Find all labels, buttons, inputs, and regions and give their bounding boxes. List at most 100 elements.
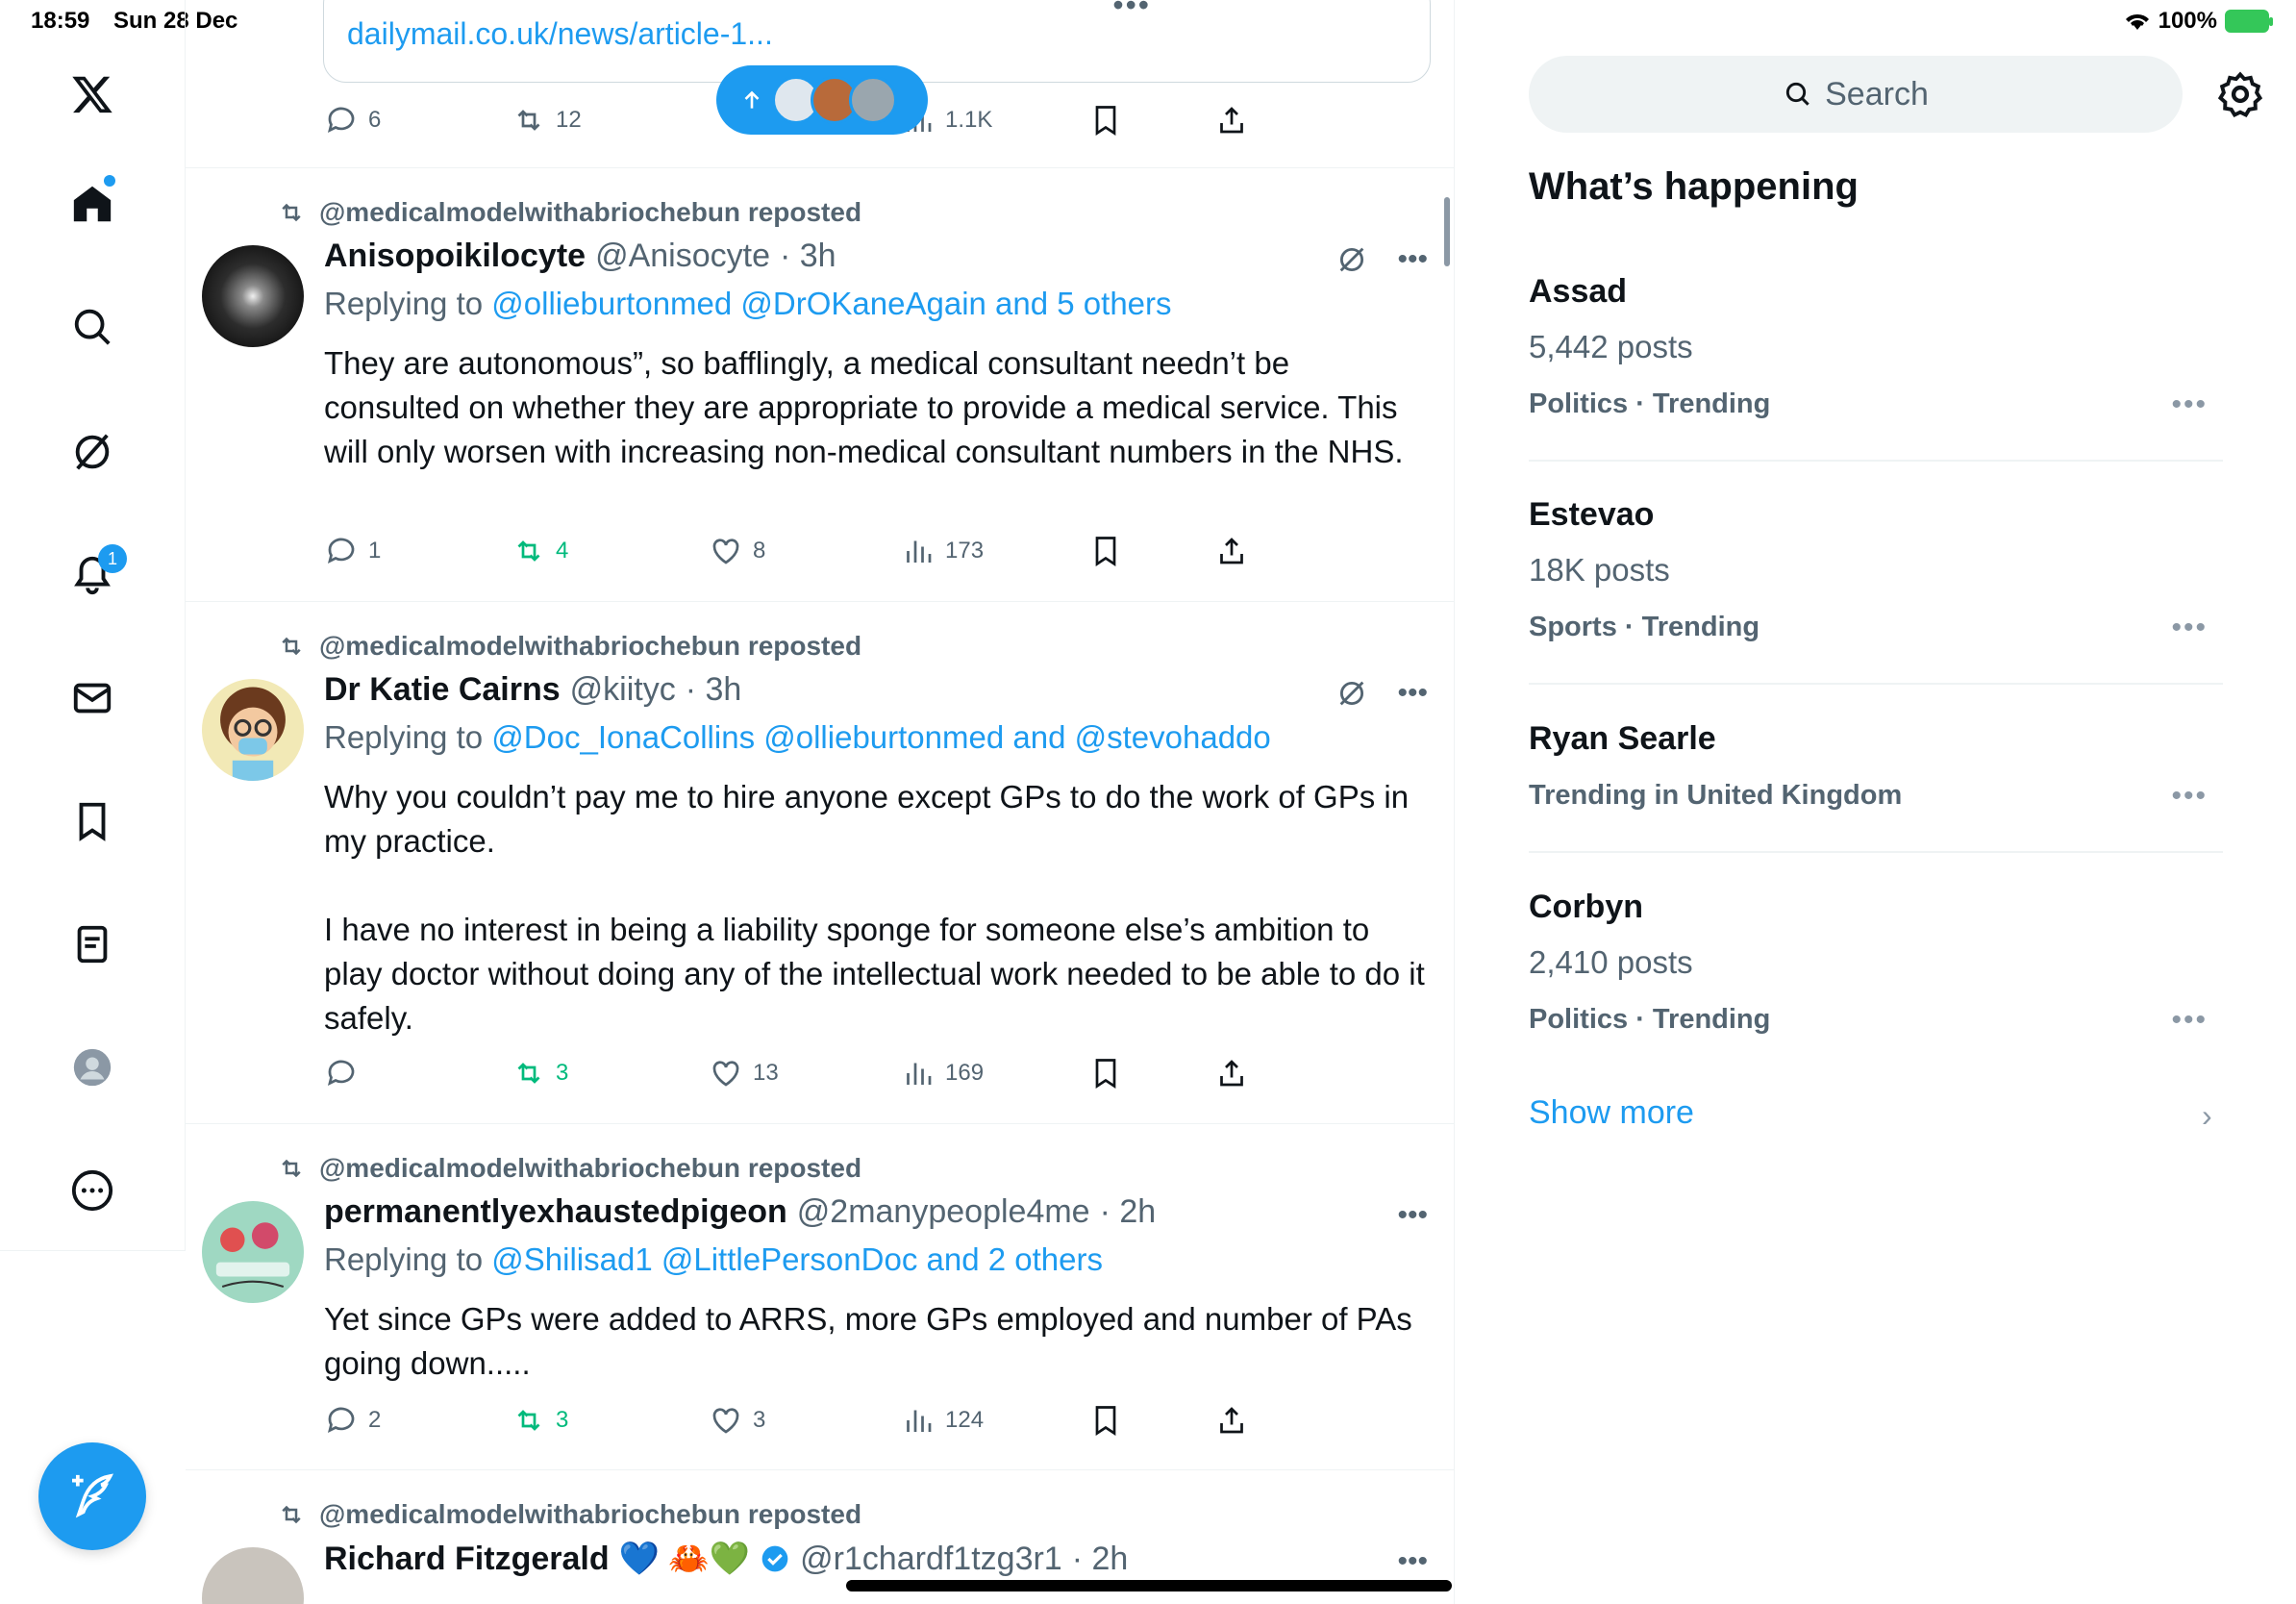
replying-to: Replying to @ollieburtonmed @DrOKaneAgai…	[324, 286, 1172, 322]
share-button[interactable]	[1214, 103, 1249, 138]
messages-icon[interactable]	[63, 669, 121, 727]
tweet-time[interactable]: · 2h	[1100, 1193, 1157, 1231]
author-name[interactable]: permanentlyexhaustedpigeon	[324, 1193, 787, 1231]
share-button[interactable]	[1214, 1403, 1249, 1438]
link-card-url[interactable]: dailymail.co.uk/news/article-1...	[347, 16, 773, 52]
more-icon[interactable]: •••	[1397, 243, 1428, 276]
views-button[interactable]: 124	[901, 1403, 984, 1438]
chevron-right-icon[interactable]: ›	[2202, 1098, 2212, 1134]
views-icon	[907, 1410, 932, 1432]
tweet-time[interactable]: · 3h	[780, 238, 836, 275]
more-icon[interactable]	[63, 1162, 121, 1219]
reply-button[interactable]	[324, 1056, 368, 1090]
views-button[interactable]: 173	[901, 534, 984, 568]
repost-button[interactable]: 3	[512, 1403, 568, 1438]
reply-button[interactable]: 6	[324, 103, 381, 138]
author-handle[interactable]: @kiityc	[570, 671, 676, 709]
pill-avatar	[849, 76, 897, 124]
share-icon	[1220, 1060, 1243, 1087]
avatar[interactable]	[202, 679, 304, 781]
repost-button[interactable]: 4	[512, 534, 568, 568]
repost-context-label[interactable]: @medicalmodelwithabriochebun reposted	[319, 1499, 861, 1530]
trend-item[interactable]: Ryan Searle Trending in United Kingdom •…	[1529, 707, 2223, 853]
reply-button[interactable]: 1	[324, 534, 381, 568]
bookmark-button[interactable]	[1088, 103, 1123, 138]
search-input[interactable]: Search	[1529, 56, 2183, 133]
notification-count-badge: 1	[98, 544, 127, 573]
new-posts-pill[interactable]	[716, 65, 928, 135]
search-icon[interactable]	[63, 298, 121, 356]
bookmark-button[interactable]	[1088, 1403, 1123, 1438]
settings-gear-icon[interactable]	[2215, 69, 2265, 119]
repost-button[interactable]: 3	[512, 1056, 568, 1090]
show-more-link[interactable]: Show more	[1529, 1094, 1694, 1132]
reply-button[interactable]: 2	[324, 1403, 381, 1438]
avatar[interactable]	[202, 245, 304, 347]
compose-feather-icon	[72, 1473, 113, 1518]
more-icon[interactable]: •••	[2171, 388, 2208, 421]
more-icon[interactable]: •••	[2171, 1004, 2208, 1037]
x-logo-icon[interactable]	[63, 65, 121, 123]
arrow-up-icon	[744, 90, 760, 109]
more-icon[interactable]: •••	[2171, 612, 2208, 644]
bookmark-button[interactable]	[1088, 1056, 1123, 1090]
trend-category: Politics · Trending	[1529, 1004, 1771, 1035]
more-icon[interactable]: •••	[1397, 1199, 1428, 1232]
views-button[interactable]: 169	[901, 1056, 984, 1090]
reply-mentions[interactable]: @Shilisad1 @LittlePersonDoc and 2 others	[491, 1241, 1103, 1277]
author-emojis: 💙 🦀💚	[618, 1541, 751, 1577]
avatar[interactable]	[202, 1201, 304, 1303]
lists-icon[interactable]	[63, 915, 121, 973]
repost-context-label[interactable]: @medicalmodelwithabriochebun reposted	[319, 197, 861, 228]
tweet[interactable]: @medicalmodelwithabriochebun reposted An…	[186, 168, 1454, 602]
notifications-icon[interactable]: 1	[63, 544, 127, 604]
more-icon[interactable]: •••	[1112, 0, 1151, 23]
tweet-time[interactable]: · 2h	[1072, 1541, 1129, 1578]
share-button[interactable]	[1214, 1056, 1249, 1090]
author-name[interactable]: Anisopoikilocyte	[324, 238, 586, 275]
bookmark-button[interactable]	[1088, 534, 1123, 568]
views-count: 169	[945, 1060, 985, 1086]
more-icon[interactable]: •••	[1397, 1545, 1428, 1578]
author-handle[interactable]: @r1chardf1tzg3r1	[800, 1541, 1062, 1578]
author-handle[interactable]: @Anisocyte	[595, 238, 770, 275]
grok-icon[interactable]	[1335, 677, 1368, 710]
tweet-actions: 1 4 8 173	[324, 534, 1382, 572]
trend-name: Estevao	[1529, 496, 1655, 533]
author-handle[interactable]: @2manypeople4me	[797, 1193, 1090, 1231]
repost-context-label[interactable]: @medicalmodelwithabriochebun reposted	[319, 1153, 861, 1184]
reply-mentions[interactable]: @Doc_IonaCollins @ollieburtonmed and @st…	[491, 719, 1270, 755]
home-icon[interactable]	[63, 175, 121, 233]
more-icon[interactable]: •••	[2171, 780, 2208, 813]
home-indicator[interactable]	[846, 1580, 1452, 1591]
tweet[interactable]: @medicalmodelwithabriochebun reposted Dr…	[186, 602, 1454, 1124]
compose-button[interactable]	[38, 1442, 146, 1550]
views-count: 124	[945, 1407, 985, 1433]
grok-icon[interactable]	[1335, 243, 1368, 276]
profile-icon[interactable]	[63, 1039, 121, 1096]
grok-icon[interactable]	[63, 423, 121, 481]
repost-icon	[517, 110, 540, 131]
tweet-header: Anisopoikilocyte @Anisocyte · 3h	[324, 238, 836, 275]
tweet[interactable]: @medicalmodelwithabriochebun reposted pe…	[186, 1124, 1454, 1470]
tweet-header: permanentlyexhaustedpigeon @2manypeople4…	[324, 1193, 1156, 1231]
repost-context-label[interactable]: @medicalmodelwithabriochebun reposted	[319, 631, 861, 662]
author-name[interactable]: Richard Fitzgerald	[324, 1541, 610, 1578]
like-button[interactable]: 3	[709, 1403, 765, 1438]
left-nav: 1	[0, 0, 186, 1250]
avatar[interactable]	[202, 1547, 304, 1604]
trend-item[interactable]: Corbyn 2,410 posts Politics · Trending •…	[1529, 875, 2223, 1067]
like-button[interactable]: 13	[709, 1056, 779, 1090]
trend-name: Assad	[1529, 273, 1628, 310]
tweet-time[interactable]: · 3h	[686, 671, 742, 709]
more-icon[interactable]: •••	[1397, 677, 1428, 710]
share-icon	[1220, 538, 1243, 564]
trend-item[interactable]: Assad 5,442 posts Politics · Trending ••…	[1529, 260, 2223, 462]
like-button[interactable]: 8	[709, 534, 765, 568]
repost-button[interactable]: 12	[512, 103, 582, 138]
author-name[interactable]: Dr Katie Cairns	[324, 671, 561, 709]
trend-item[interactable]: Estevao 18K posts Sports · Trending •••	[1529, 483, 2223, 685]
share-button[interactable]	[1214, 534, 1249, 568]
bookmarks-icon[interactable]	[63, 792, 121, 850]
reply-mentions[interactable]: @ollieburtonmed @DrOKaneAgain and 5 othe…	[491, 286, 1171, 321]
